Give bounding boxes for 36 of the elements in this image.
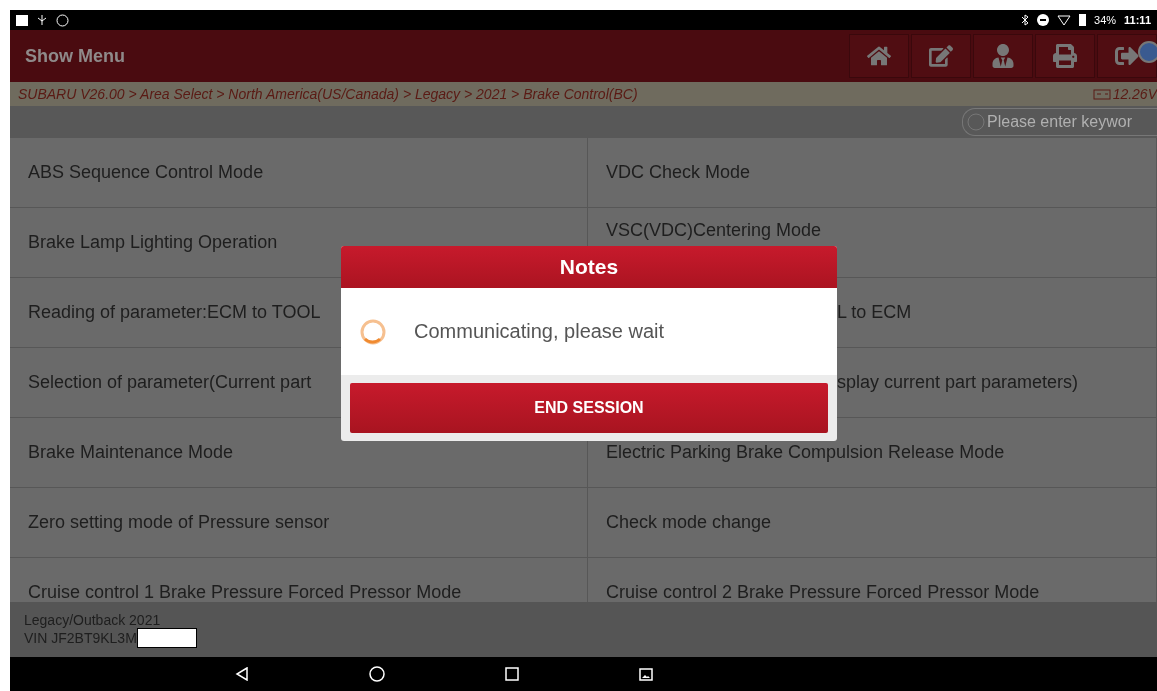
printer-icon	[1053, 44, 1077, 68]
wifi-icon	[1057, 14, 1072, 26]
redaction-block	[136, 627, 197, 648]
clock-time: 11:11	[1124, 14, 1151, 26]
battery-percent: 34%	[1094, 14, 1117, 26]
vehicle-model: Legacy/Outback 2021	[24, 611, 162, 628]
screenshot-icon[interactable]	[638, 667, 653, 681]
search-field[interactable]: Please enter keywor	[962, 108, 1157, 136]
function-item[interactable]: ABS Sequence Control Mode	[10, 138, 588, 208]
search-placeholder: Please enter keywor	[987, 113, 1132, 131]
usb-icon	[36, 14, 48, 26]
battery-icon	[1079, 14, 1087, 26]
function-item[interactable]: Check mode change	[588, 488, 1157, 558]
loading-spinner-icon	[359, 317, 387, 346]
exit-button[interactable]	[1097, 34, 1157, 78]
edit-icon	[929, 44, 953, 68]
battery-icon	[1092, 88, 1111, 100]
dialog-title: Notes	[341, 246, 837, 288]
user-button[interactable]	[973, 34, 1033, 78]
do-not-disturb-icon	[1037, 14, 1050, 26]
function-item[interactable]: VDC Check Mode	[588, 138, 1157, 208]
notes-badge[interactable]	[1138, 41, 1157, 63]
home-icon	[867, 44, 891, 68]
show-menu-title[interactable]: Show Menu	[25, 45, 125, 67]
breadcrumb-path: SUBARU V26.00 > Area Select > North America(US/Canada) > Legacy > 2021 > Brake Control(BC)	[18, 86, 638, 102]
person-icon	[991, 44, 1015, 68]
edit-button[interactable]	[911, 34, 971, 78]
exit-icon	[1115, 44, 1139, 68]
vin-number: VIN JF2BT9KL3M	[24, 629, 137, 646]
home-icon[interactable]	[368, 666, 385, 682]
home-button[interactable]	[849, 34, 909, 78]
back-icon[interactable]	[234, 667, 249, 681]
print-button[interactable]	[1035, 34, 1095, 78]
function-item[interactable]: Zero setting mode of Pressure sensor	[10, 488, 588, 558]
end-session-button[interactable]: END SESSION	[350, 383, 828, 433]
recents-icon[interactable]	[504, 667, 519, 681]
